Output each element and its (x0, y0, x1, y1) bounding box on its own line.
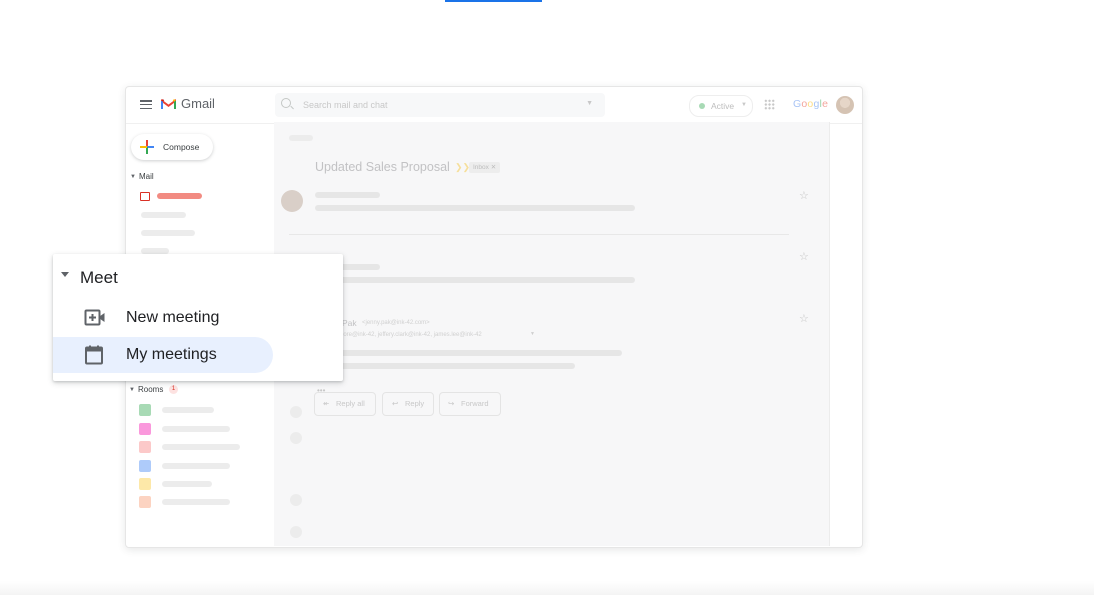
reply-all-label: Reply all (336, 399, 365, 408)
room-avatar[interactable] (139, 441, 151, 453)
recipients[interactable]: ...imore@ink-42, jeffery.clark@ink-42, j… (332, 332, 482, 338)
reply-all-icon: ↞ (323, 399, 330, 408)
sidebar-item[interactable] (141, 230, 195, 236)
room-item[interactable] (162, 444, 240, 450)
room-avatar[interactable] (139, 460, 151, 472)
side-panel-divider (829, 122, 830, 546)
forward-icon: ↪ (448, 399, 455, 408)
reply-icon: ↩ (392, 399, 399, 408)
meet-panel: Meet New meeting My meetings (53, 254, 343, 381)
new-meeting-label: New meeting (126, 309, 220, 326)
room-item[interactable] (162, 481, 212, 487)
room-avatar[interactable] (139, 423, 151, 435)
sender-email: <jenny.pak@ink-42.com> (362, 320, 430, 326)
message-body-line (324, 363, 575, 369)
room-avatar[interactable] (139, 404, 151, 416)
rooms-count-badge: 1 (169, 385, 178, 394)
page-bottom-fade (0, 581, 1094, 595)
my-meetings-label: My meetings (126, 346, 217, 363)
ghost-icon (290, 526, 302, 538)
video-plus-icon (84, 309, 105, 326)
reply-all-button[interactable]: ↞ Reply all (314, 392, 376, 416)
room-item[interactable] (162, 407, 214, 413)
calendar-icon (85, 345, 103, 365)
new-meeting-button[interactable]: New meeting (53, 300, 273, 336)
rooms-section-label: Rooms (138, 385, 164, 394)
room-item[interactable] (162, 499, 230, 505)
room-item[interactable] (162, 463, 230, 469)
reply-label: Reply (405, 399, 425, 408)
room-avatar[interactable] (139, 496, 151, 508)
caret-down-icon[interactable]: ▼ (129, 387, 135, 393)
forward-button[interactable]: ↪ Forward (439, 392, 501, 416)
ghost-icon (290, 494, 302, 506)
top-link-underline (445, 0, 542, 2)
expanded-message: Pak <jenny.pak@ink-42.com> ...imore@ink-… (274, 40, 829, 540)
sidebar-item[interactable] (141, 212, 186, 218)
ghost-icon (290, 406, 302, 418)
chevron-down-icon[interactable]: ▼ (530, 331, 535, 337)
room-avatar[interactable] (139, 478, 151, 490)
inbox-icon (140, 192, 150, 201)
meet-section-title: Meet (80, 268, 118, 287)
account-avatar[interactable] (836, 96, 854, 114)
sender-name: Pak (342, 318, 357, 328)
reply-button[interactable]: ↩ Reply (382, 392, 434, 416)
forward-label: Forward (461, 399, 489, 408)
room-item[interactable] (162, 426, 230, 432)
caret-down-icon[interactable] (61, 272, 69, 277)
ghost-icon (290, 432, 302, 444)
sidebar-item-inbox[interactable] (157, 193, 202, 199)
my-meetings-button[interactable]: My meetings (53, 337, 273, 373)
message-body-line (324, 350, 622, 356)
